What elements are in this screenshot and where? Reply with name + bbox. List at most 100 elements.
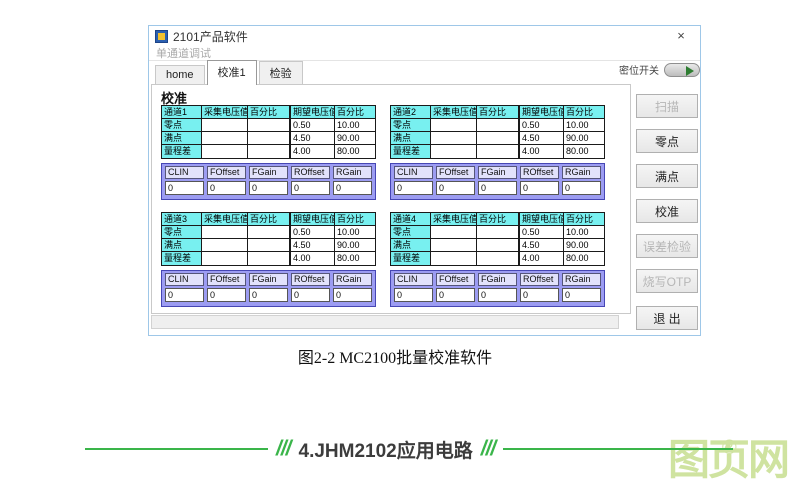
close-icon[interactable]: × [672, 28, 690, 43]
measured-percent-cell[interactable] [248, 132, 290, 145]
expected-percent-cell[interactable]: 90.00 [335, 132, 375, 145]
cluster-value-input[interactable]: 0 [562, 181, 601, 195]
measured-voltage-cell[interactable] [202, 252, 248, 265]
channel-name: 通道4 [391, 213, 431, 226]
measured-voltage-cell[interactable] [431, 252, 477, 265]
expected-voltage-cell[interactable]: 4.00 [290, 252, 335, 265]
measured-voltage-cell[interactable] [431, 119, 477, 132]
coefficient-cluster: CLIN FOffset FGain ROffset RGain 0 0 0 0… [390, 163, 605, 200]
coefficient-cluster: CLIN FOffset FGain ROffset RGain 0 0 0 0… [161, 270, 376, 307]
cluster-value-input[interactable]: 0 [436, 288, 475, 302]
measured-voltage-cell[interactable] [202, 145, 248, 158]
expected-voltage-cell[interactable]: 4.50 [290, 239, 335, 252]
measured-voltage-cell[interactable] [431, 132, 477, 145]
measured-voltage-cell[interactable] [202, 132, 248, 145]
measured-percent-cell[interactable] [477, 239, 519, 252]
tab-home[interactable]: home [155, 65, 205, 85]
expected-percent-cell[interactable]: 10.00 [335, 226, 375, 239]
cluster-value-input[interactable]: 0 [207, 288, 246, 302]
expected-percent-cell[interactable]: 10.00 [335, 119, 375, 132]
cluster-value-input[interactable]: 0 [520, 181, 559, 195]
measured-voltage-cell[interactable] [202, 226, 248, 239]
cluster-value-input[interactable]: 0 [394, 181, 433, 195]
expected-voltage-cell[interactable]: 4.00 [519, 252, 564, 265]
expected-percent-cell[interactable]: 90.00 [564, 239, 604, 252]
measured-voltage-cell[interactable] [431, 145, 477, 158]
cluster-label: RGain [333, 166, 372, 179]
cluster-value-input[interactable]: 0 [249, 288, 288, 302]
expected-percent-cell[interactable]: 90.00 [564, 132, 604, 145]
tab-calibration-1[interactable]: 校准1 [207, 60, 257, 85]
exit-button[interactable]: 退 出 [636, 306, 698, 330]
measured-percent-cell[interactable] [477, 145, 519, 158]
expected-percent-cell[interactable]: 10.00 [564, 119, 604, 132]
cluster-value-input[interactable]: 0 [562, 288, 601, 302]
measured-percent-cell[interactable] [477, 252, 519, 265]
measured-percent-cell[interactable] [248, 145, 290, 158]
measured-percent-cell[interactable] [248, 226, 290, 239]
cluster-value-input[interactable]: 0 [520, 288, 559, 302]
channel-groups: 通道1 采集电压值 百分比 期望电压值 百分比 零点 0.50 10.00 满点… [161, 105, 608, 307]
expected-percent-cell[interactable]: 80.00 [335, 145, 375, 158]
cluster-label: FGain [478, 273, 517, 286]
cluster-value-input[interactable]: 0 [333, 288, 372, 302]
column-header: 采集电压值 [202, 213, 248, 226]
expected-percent-cell[interactable]: 80.00 [564, 145, 604, 158]
cluster-label: ROffset [520, 273, 559, 286]
expected-voltage-cell[interactable]: 0.50 [519, 226, 564, 239]
expected-voltage-cell[interactable]: 0.50 [290, 119, 335, 132]
measured-percent-cell[interactable] [477, 132, 519, 145]
measured-percent-cell[interactable] [477, 119, 519, 132]
channel-name: 通道1 [162, 106, 202, 119]
column-header: 采集电压值 [431, 106, 477, 119]
cluster-value-input[interactable]: 0 [333, 181, 372, 195]
cluster-value-input[interactable]: 0 [207, 181, 246, 195]
expected-voltage-cell[interactable]: 4.50 [519, 239, 564, 252]
cluster-label: FOffset [207, 273, 246, 286]
expected-voltage-cell[interactable]: 4.00 [519, 145, 564, 158]
measured-voltage-cell[interactable] [431, 226, 477, 239]
coefficient-cluster: CLIN FOffset FGain ROffset RGain 0 0 0 0… [390, 270, 605, 307]
measured-percent-cell[interactable] [477, 226, 519, 239]
error-check-button[interactable]: 误差检验 [636, 234, 698, 258]
expected-percent-cell[interactable]: 90.00 [335, 239, 375, 252]
expected-percent-cell[interactable]: 10.00 [564, 226, 604, 239]
column-header: 百分比 [335, 213, 375, 226]
measured-voltage-cell[interactable] [431, 239, 477, 252]
calibrate-button[interactable]: 校准 [636, 199, 698, 223]
expected-voltage-cell[interactable]: 4.50 [290, 132, 335, 145]
cluster-label: ROffset [291, 166, 330, 179]
expected-voltage-cell[interactable]: 4.00 [290, 145, 335, 158]
expected-voltage-cell[interactable]: 4.50 [519, 132, 564, 145]
measured-percent-cell[interactable] [248, 119, 290, 132]
cluster-value-input[interactable]: 0 [165, 288, 204, 302]
expected-voltage-cell[interactable]: 0.50 [519, 119, 564, 132]
expected-percent-cell[interactable]: 80.00 [564, 252, 604, 265]
cluster-value-input[interactable]: 0 [436, 181, 475, 195]
cluster-value-input[interactable]: 0 [394, 288, 433, 302]
measured-percent-cell[interactable] [248, 239, 290, 252]
row-label: 满点 [391, 132, 431, 145]
cluster-value-input[interactable]: 0 [249, 181, 288, 195]
cluster-value-input[interactable]: 0 [291, 181, 330, 195]
toggle-switch[interactable] [664, 63, 700, 77]
measured-voltage-cell[interactable] [202, 239, 248, 252]
cluster-value-input[interactable]: 0 [478, 181, 517, 195]
row-label: 满点 [391, 239, 431, 252]
cluster-value-input[interactable]: 0 [165, 181, 204, 195]
cluster-value-input[interactable]: 0 [478, 288, 517, 302]
menu-item-single-channel-debug[interactable]: 单通道调试 [156, 45, 211, 61]
cluster-value-input[interactable]: 0 [291, 288, 330, 302]
expected-voltage-cell[interactable]: 0.50 [290, 226, 335, 239]
expected-percent-cell[interactable]: 80.00 [335, 252, 375, 265]
scan-button[interactable]: 扫描 [636, 94, 698, 118]
full-point-button[interactable]: 满点 [636, 164, 698, 188]
channel-table: 通道2 采集电压值 百分比 期望电压值 百分比 零点 0.50 10.00 满点… [390, 105, 605, 159]
cluster-label: FOffset [436, 273, 475, 286]
zero-point-button[interactable]: 零点 [636, 129, 698, 153]
measured-percent-cell[interactable] [248, 252, 290, 265]
burn-otp-button[interactable]: 烧写OTP [636, 269, 698, 293]
tab-inspection[interactable]: 检验 [259, 61, 303, 85]
cluster-label: ROffset [520, 166, 559, 179]
measured-voltage-cell[interactable] [202, 119, 248, 132]
